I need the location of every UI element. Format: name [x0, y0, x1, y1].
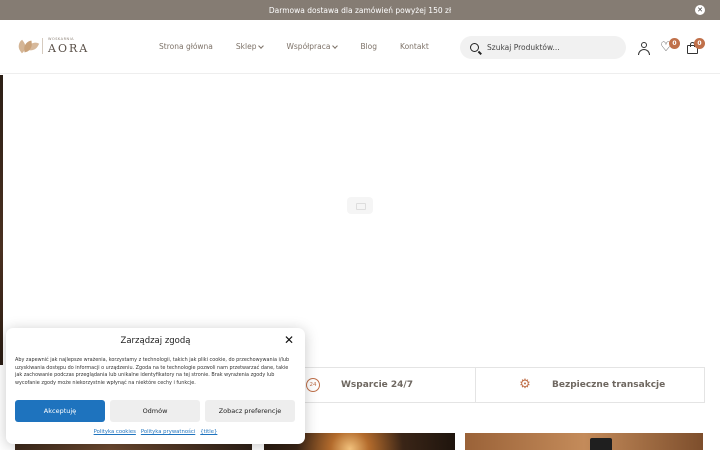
nav-item-label: Blog [360, 42, 378, 51]
logo-text: WOSKARNIA AORA [48, 38, 89, 54]
leaf-logo-icon [15, 38, 40, 54]
nav-item-label: Kontakt [400, 42, 429, 51]
nav-item-shop[interactable]: Sklep [235, 42, 265, 51]
nav-item-label: Sklep [235, 42, 257, 51]
close-icon[interactable]: ✕ [284, 334, 294, 346]
cart-count-badge: 0 [694, 38, 705, 49]
cookie-consent-modal: Zarządzaj zgodą ✕ Aby zapewnić jak najle… [6, 328, 305, 444]
consent-body-text: Aby zapewnić jak najlepsze wrażenia, kor… [15, 357, 290, 387]
main-nav: Strona główna Sklep Współpraca Blog Kont… [159, 42, 452, 51]
feature-support: Wsparcie 24/7 [341, 368, 413, 402]
privacy-policy-link[interactable]: Polityka prywatności [141, 429, 195, 435]
announcement-text: Darmowa dostawa dla zamówień powyżej 150… [268, 5, 452, 15]
nav-item-home[interactable]: Strona główna [159, 42, 213, 51]
close-icon[interactable]: ✕ [695, 5, 705, 15]
user-icon[interactable] [637, 41, 651, 55]
chevron-down-icon [332, 42, 339, 49]
consent-title: Zarządzaj zgodą [120, 336, 191, 346]
wishlist-count-badge: 0 [669, 38, 680, 49]
secure-transaction-icon: ⚙ [519, 377, 531, 392]
hero-slider [0, 75, 720, 365]
nav-item-label: Współpraca [286, 42, 331, 51]
nav-item-cooperation[interactable]: Współpraca [286, 42, 339, 51]
hero-image-edge [0, 75, 3, 365]
nav-item-label: Strona główna [159, 42, 213, 51]
nav-item-blog[interactable]: Blog [360, 42, 377, 51]
accept-button[interactable]: Akceptuję [15, 400, 105, 422]
search-bar [460, 36, 626, 59]
logo-brand-name: AORA [48, 41, 90, 55]
title-link[interactable]: {title} [200, 429, 217, 435]
features-bar: 24 Wsparcie 24/7 ⚙ Bezpieczne transakcje [262, 367, 705, 403]
feature-secure: Bezpieczne transakcje [552, 368, 665, 402]
consent-buttons: Akceptuję Odmów Zobacz preferencje [15, 400, 295, 422]
logo-divider [42, 38, 43, 54]
site-header: WOSKARNIA AORA Strona główna Sklep Współ… [0, 20, 720, 74]
view-preferences-button[interactable]: Zobacz preferencje [205, 400, 295, 422]
feature-support-label: Wsparcie 24/7 [341, 380, 413, 390]
cookie-policy-link[interactable]: Polityka cookies [94, 429, 136, 435]
feature-secure-label: Bezpieczne transakcje [552, 380, 666, 390]
logo[interactable]: WOSKARNIA AORA [15, 38, 89, 54]
search-input[interactable] [487, 43, 607, 52]
image-loading-icon [347, 197, 373, 214]
support-24-icon: 24 [306, 378, 320, 392]
deny-button[interactable]: Odmów [110, 400, 200, 422]
announcement-bar: Darmowa dostawa dla zamówień powyżej 150… [0, 0, 720, 20]
chevron-down-icon [258, 42, 265, 49]
nav-item-contact[interactable]: Kontakt [400, 42, 429, 51]
search-icon[interactable] [470, 43, 479, 52]
feature-divider [475, 368, 476, 402]
product-image[interactable] [465, 433, 703, 450]
consent-links: Polityka cookies Polityka prywatności {t… [6, 429, 305, 435]
page: Darmowa dostawa dla zamówień powyżej 150… [0, 0, 720, 450]
